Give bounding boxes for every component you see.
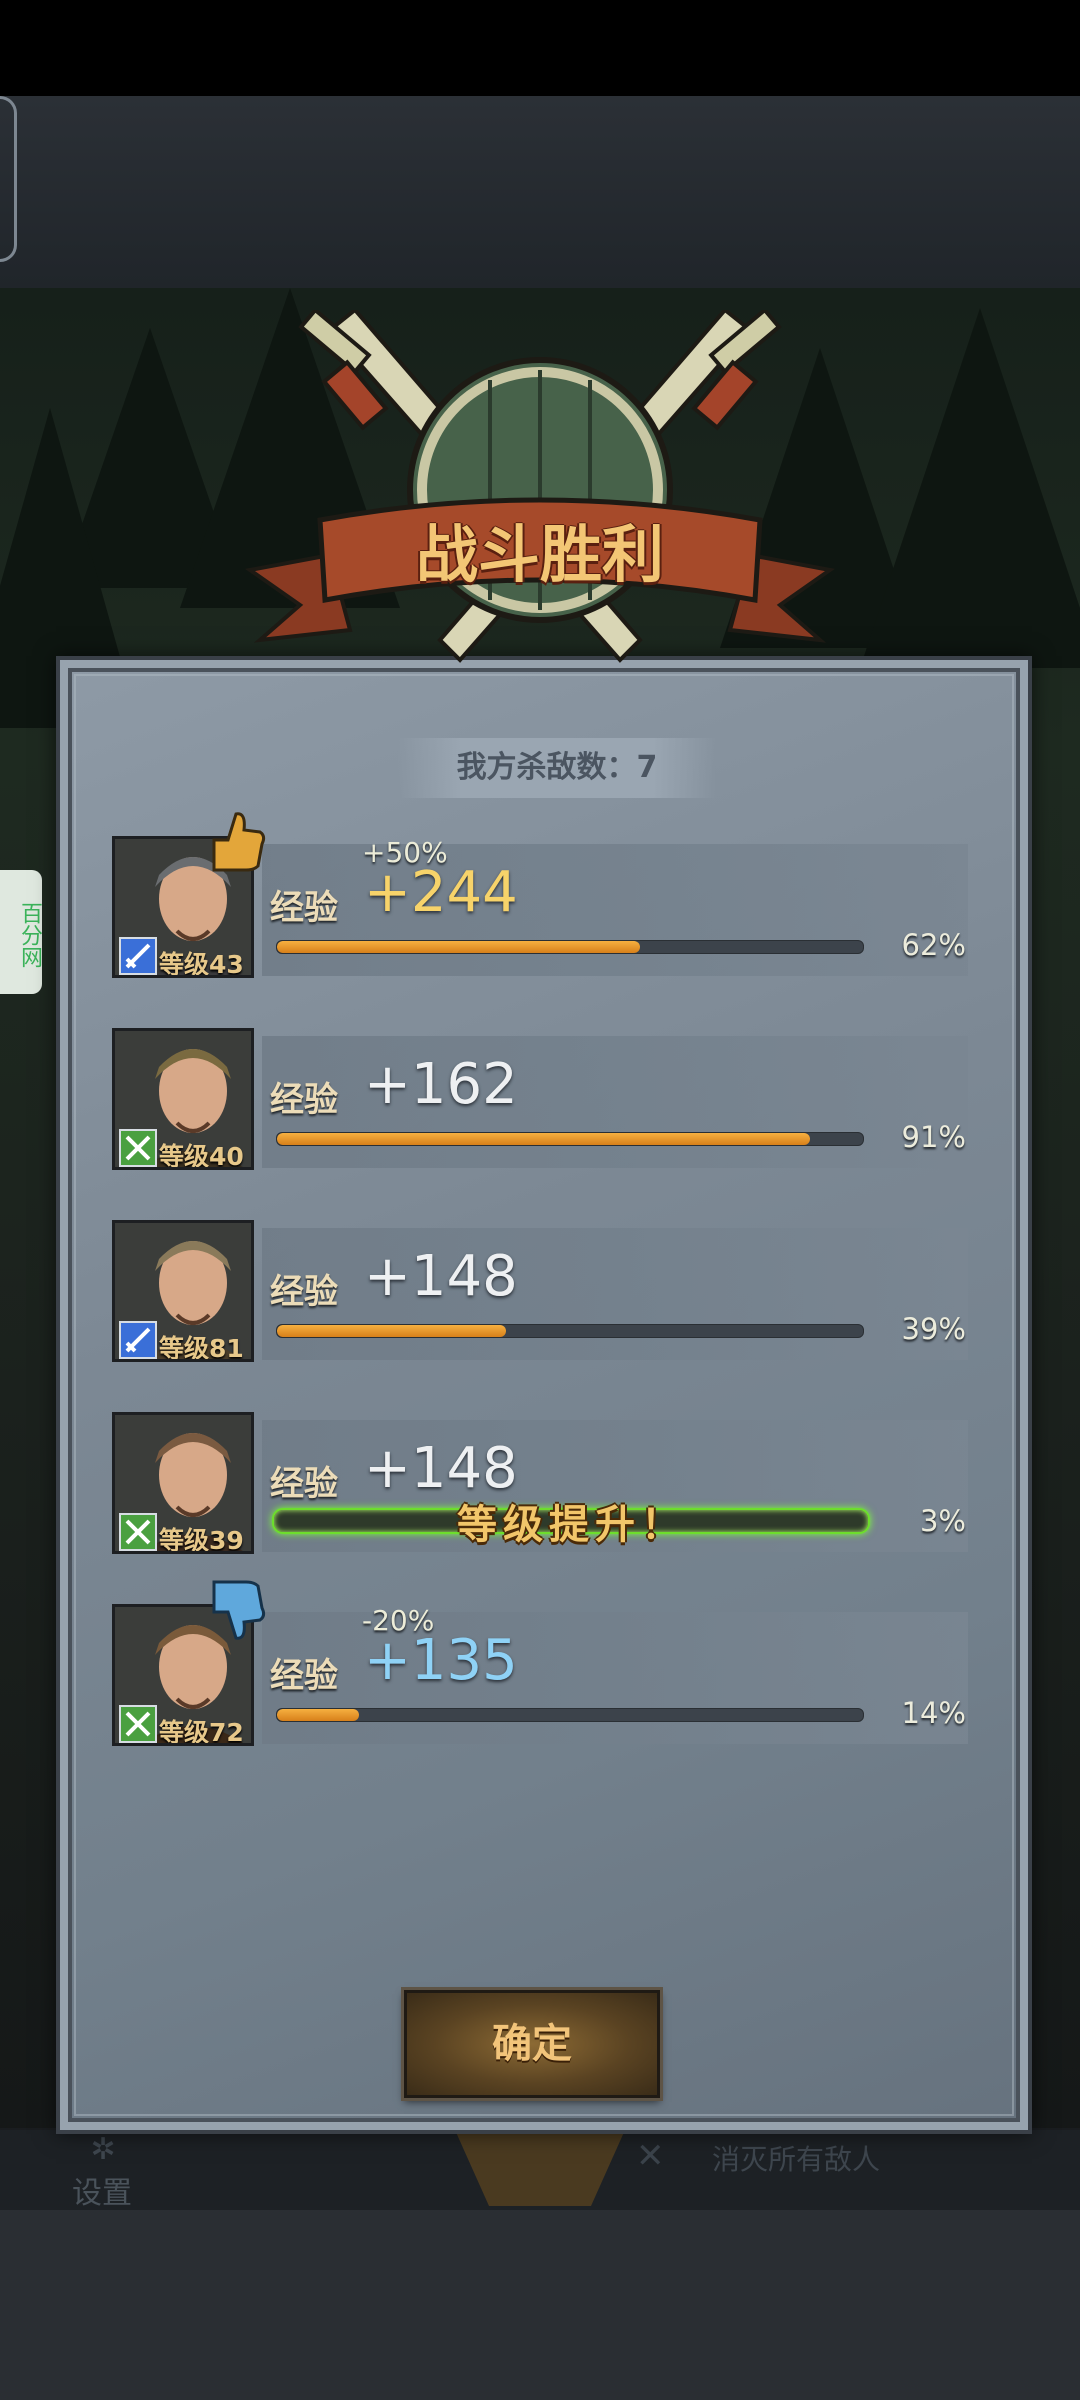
hero-row: 等级81 经验 +148 39%: [112, 1220, 968, 1364]
exp-progress-bar: [276, 1132, 864, 1146]
exp-gain: +244: [364, 860, 518, 925]
hero-portrait[interactable]: 等级81: [112, 1220, 254, 1362]
exp-progress-fill: [277, 1325, 506, 1337]
exp-percent: 14%: [901, 1696, 966, 1730]
hero-level: 等级43: [159, 950, 244, 978]
exp-progress-fill: [277, 941, 641, 953]
top-bar-notch: [0, 96, 17, 262]
hero-level: 等级40: [159, 1142, 244, 1170]
hero-portrait[interactable]: 等级39: [112, 1412, 254, 1554]
hero-portrait[interactable]: 等级40: [112, 1028, 254, 1170]
exp-percent: 3%: [919, 1504, 966, 1538]
crossed-class-icon: [119, 1705, 157, 1743]
exp-progress-bar: [276, 1324, 864, 1338]
exp-label: 经验: [270, 1080, 338, 1120]
crossed-swords-icon: ✕: [636, 2136, 665, 2176]
side-watermark-tag: 百分网: [0, 870, 42, 994]
hero-level: 等级72: [159, 1718, 244, 1746]
hero-row: 等级40 经验 +162 91%: [112, 1028, 968, 1172]
crossed-class-icon: [119, 1129, 157, 1167]
settings-icon[interactable]: ✲: [72, 2132, 134, 2167]
exp-percent: 91%: [901, 1120, 966, 1154]
exp-label: 经验: [270, 1656, 338, 1696]
status-bar-area: [0, 0, 1080, 96]
sword-class-icon: [119, 1321, 157, 1359]
crossed-class-icon: [119, 1513, 157, 1551]
exp-label: 经验: [270, 888, 338, 928]
thumbs-down-icon: [212, 1580, 266, 1640]
extinguish-label[interactable]: 消灭所有敌人: [712, 2138, 880, 2178]
sword-class-icon: [119, 937, 157, 975]
hero-row: 等级43 +50% 经验 +244 62%: [112, 812, 968, 980]
exp-progress-bar: [276, 1708, 864, 1722]
top-bar: [0, 96, 1080, 290]
exp-gain: +148: [364, 1244, 518, 1309]
exp-progress-fill: [277, 1133, 811, 1145]
bottom-area: [0, 2210, 1080, 2400]
victory-title: 战斗胜利: [415, 518, 664, 591]
hero-level: 等级81: [159, 1334, 244, 1362]
thumbs-up-icon: [212, 812, 266, 872]
hero-level: 等级39: [159, 1526, 244, 1554]
exp-percent: 62%: [901, 928, 966, 962]
settings-label[interactable]: 设置: [72, 2168, 142, 2212]
exp-gain: +135: [364, 1628, 518, 1693]
exp-gain: +162: [364, 1052, 518, 1117]
exp-progress-bar: [276, 940, 864, 954]
levelup-text: 等级提升！: [457, 1502, 687, 1548]
hero-row: 等级72 -20% 经验 +135 14%: [112, 1580, 968, 1748]
hero-row: 等级39 经验 +148 等级提升！ 3%: [112, 1412, 968, 1556]
exp-label: 经验: [270, 1272, 338, 1312]
kill-count: 我方杀敌数：7: [398, 738, 716, 798]
exp-progress-fill: [277, 1709, 360, 1721]
exp-percent: 39%: [901, 1312, 966, 1346]
confirm-button[interactable]: 确定: [404, 1990, 660, 2098]
